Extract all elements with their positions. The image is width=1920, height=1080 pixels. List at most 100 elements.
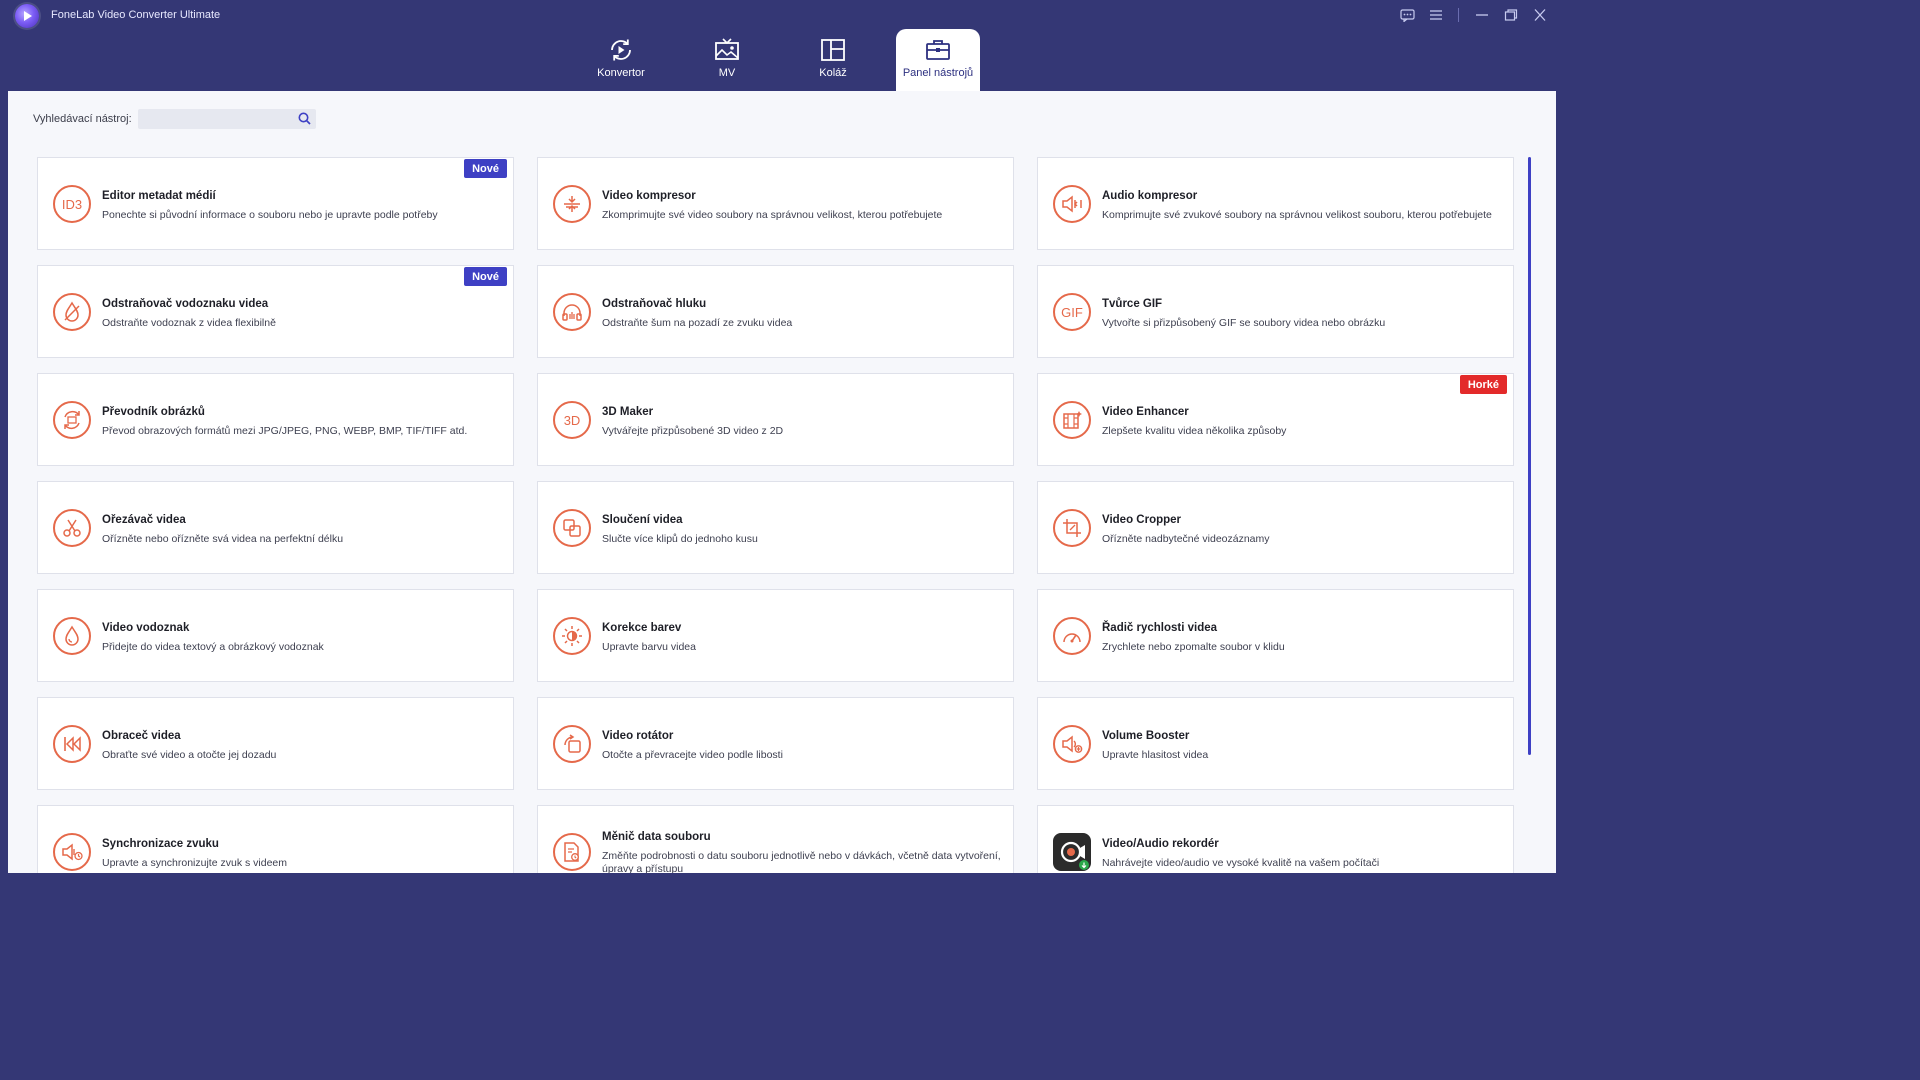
tool-description: Vytvořte si přizpůsobený GIF se soubory …: [1102, 317, 1386, 329]
tool-description: Komprimujte své zvukové soubory na správ…: [1102, 209, 1492, 221]
tool-title: Převodník obrázků: [102, 406, 205, 418]
tool-card-audio-compressor[interactable]: Audio kompresor Komprimujte své zvukové …: [1037, 157, 1514, 250]
tool-description: Otočte a převracejte video podle libosti: [602, 749, 783, 761]
tool-title: Audio kompresor: [1102, 190, 1198, 202]
tool-description: Nahrávejte video/audio ve vysoké kvalitě…: [1102, 857, 1380, 869]
tool-title: Měnič data souboru: [602, 831, 711, 843]
audio-compress-icon: [1053, 185, 1091, 223]
tab-label: MV: [718, 67, 736, 79]
window-controls: [1392, 6, 1554, 24]
id3-icon: ID3: [53, 185, 91, 223]
tool-card-noise-remover[interactable]: Odstraňovač hluku Odstraňte šum na pozad…: [537, 265, 1014, 358]
tool-card-color-correction[interactable]: Korekce barev Upravte barvu videa: [537, 589, 1014, 682]
tool-card-image-converter[interactable]: Převodník obrázků Převod obrazových form…: [37, 373, 514, 466]
search-field: [137, 109, 316, 130]
tool-card-video-trimmer[interactable]: Ořezávač videa Ořízněte nebo ořízněte sv…: [37, 481, 514, 574]
rewind-icon: [53, 725, 91, 763]
tool-card-video-audio-recorder[interactable]: Video/Audio rekordér Nahrávejte video/au…: [1037, 805, 1514, 882]
tool-description: Zlepšete kvalitu videa několika způsoby: [1102, 425, 1287, 437]
compress-icon: [553, 185, 591, 223]
rotate-icon: [553, 725, 591, 763]
svg-text:GIF: GIF: [1061, 305, 1083, 319]
tool-title: Řadič rychlosti videa: [1102, 622, 1218, 634]
close-icon[interactable]: [1526, 6, 1554, 24]
tool-description: Zrychlete nebo zpomalte soubor v klidu: [1102, 641, 1285, 653]
tool-description: Vytvářejte přizpůsobené 3D video z 2D: [602, 425, 784, 437]
tool-description: Upravte hlasitost videa: [1102, 749, 1209, 761]
tab-panel-nastroju[interactable]: Panel nástrojů: [896, 29, 980, 91]
tool-card-video-enhancer[interactable]: Video Enhancer Zlepšete kvalitu videa ně…: [1037, 373, 1514, 466]
tool-description: Odstraňte šum na pozadí ze zvuku videa: [602, 317, 793, 329]
tool-title: Video/Audio rekordér: [1102, 838, 1219, 850]
app-title: FoneLab Video Converter Ultimate: [51, 9, 221, 21]
tool-title: 3D Maker: [602, 406, 654, 418]
tool-title: Obraceč videa: [102, 730, 181, 742]
search-input[interactable]: [137, 109, 300, 129]
toolbox-icon: [925, 37, 951, 63]
tool-card-audio-sync[interactable]: Synchronizace zvuku Upravte a synchroniz…: [37, 805, 514, 882]
sun-icon: [553, 617, 591, 655]
tool-card-video-rotator[interactable]: Video rotátor Otočte a převracejte video…: [537, 697, 1014, 790]
tool-card-3d-maker[interactable]: 3D 3D Maker Vytvářejte přizpůsobené 3D v…: [537, 373, 1014, 466]
tool-description: Obraťte své video a otočte jej dozadu: [102, 749, 277, 761]
divider: [1458, 8, 1459, 22]
tool-description: Odstraňte vodoznak z videa flexibilně: [102, 317, 276, 329]
gif-icon: GIF: [1053, 293, 1091, 331]
new-badge: Nové: [464, 267, 507, 286]
svg-text:3D: 3D: [564, 413, 581, 427]
tool-title: Video vodoznak: [102, 622, 190, 634]
search-icon[interactable]: [298, 112, 311, 130]
3d-icon: 3D: [553, 401, 591, 439]
tool-title: Korekce barev: [602, 622, 682, 634]
crop-icon: [1053, 509, 1091, 547]
tool-card-video-watermark[interactable]: Video vodoznak Přidejte do videa textový…: [37, 589, 514, 682]
search-label: Vyhledávací nástroj:: [33, 113, 132, 125]
menu-icon[interactable]: [1422, 6, 1450, 24]
minimize-icon[interactable]: [1468, 6, 1496, 24]
tool-title: Sloučení videa: [602, 514, 683, 526]
tool-card-watermark-remover[interactable]: Odstraňovač vodoznaku videa Odstraňte vo…: [37, 265, 514, 358]
tool-title: Odstraňovač vodoznaku videa: [102, 298, 269, 310]
tool-description: Zkomprimujte své video soubory na správn…: [602, 209, 943, 221]
sync-audio-icon: [53, 833, 91, 871]
convert-icon: [608, 37, 634, 63]
app-logo-icon: [15, 4, 39, 28]
drop-icon: [53, 617, 91, 655]
toolbox-panel: Vyhledávací nástroj: ID3 Editor metadat …: [8, 91, 1556, 882]
file-date-icon: [553, 833, 591, 871]
tab-konvertor[interactable]: Konvertor: [568, 29, 674, 91]
tab-label: Koláž: [819, 67, 847, 79]
title-bar: FoneLab Video Converter Ultimate Konvert…: [0, 0, 1568, 91]
tab-label: Konvertor: [597, 67, 645, 79]
tab-kolaz[interactable]: Koláž: [780, 29, 886, 91]
svg-text:ID3: ID3: [62, 197, 82, 211]
tool-title: Volume Booster: [1102, 730, 1190, 742]
tool-description: Ořízněte nadbytečné videozáznamy: [1102, 533, 1270, 545]
tool-card-video-merger[interactable]: Sloučení videa Slučte více klipů do jedn…: [537, 481, 1014, 574]
tool-card-video-reverser[interactable]: Obraceč videa Obraťte své video a otočte…: [37, 697, 514, 790]
tool-title: Ořezávač videa: [102, 514, 186, 526]
merge-icon: [553, 509, 591, 547]
image-convert-icon: [53, 401, 91, 439]
tool-title: Odstraňovač hluku: [602, 298, 707, 310]
hot-badge: Horké: [1459, 375, 1507, 394]
tab-label: Panel nástrojů: [902, 67, 974, 79]
feedback-icon[interactable]: [1393, 6, 1421, 24]
bottom-edge: [0, 873, 1568, 882]
tool-title: Video Enhancer: [1102, 406, 1189, 418]
tool-card-file-date-changer[interactable]: Měnič data souboru Změňte podrobnosti o …: [537, 805, 1014, 882]
tool-card-gif-maker[interactable]: GIF Tvůrce GIF Vytvořte si přizpůsobený …: [1037, 265, 1514, 358]
scrollbar[interactable]: [1528, 157, 1531, 755]
headphones-icon: [553, 293, 591, 331]
tool-card-video-cropper[interactable]: Video Cropper Ořízněte nadbytečné videoz…: [1037, 481, 1514, 574]
tool-card-speed-controller[interactable]: Řadič rychlosti videa Zrychlete nebo zpo…: [1037, 589, 1514, 682]
tool-card-volume-booster[interactable]: Volume Booster Upravte hlasitost videa: [1037, 697, 1514, 790]
tool-title: Video rotátor: [602, 730, 674, 742]
tool-card-media-metadata-editor[interactable]: ID3 Editor metadat médií Ponechte si pův…: [37, 157, 514, 250]
maximize-icon[interactable]: [1497, 6, 1525, 24]
new-badge: Nové: [464, 159, 507, 178]
tab-mv[interactable]: MV: [674, 29, 780, 91]
enhance-icon: [1053, 401, 1091, 439]
tool-card-video-compressor[interactable]: Video kompresor Zkomprimujte své video s…: [537, 157, 1014, 250]
collage-icon: [820, 37, 846, 63]
